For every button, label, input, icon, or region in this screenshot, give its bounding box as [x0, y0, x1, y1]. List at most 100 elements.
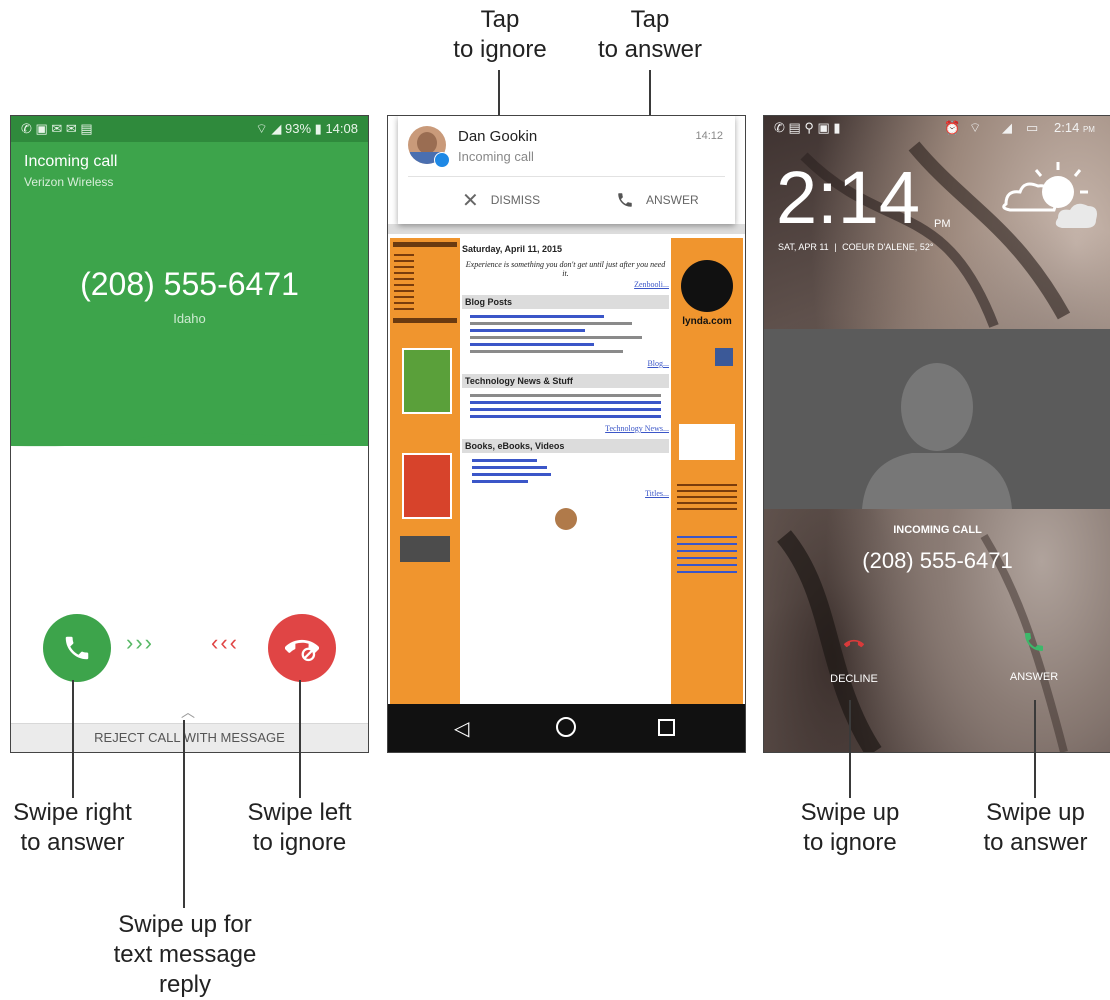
- divider: [408, 176, 725, 177]
- incoming-call-label: INCOMING CALL: [893, 524, 982, 536]
- list-item[interactable]: [470, 343, 595, 346]
- status-time: 2:14: [1054, 120, 1080, 135]
- list-item: [470, 336, 642, 339]
- list-item: [470, 322, 633, 325]
- phone-android-heads-up: lynda.com Saturday, April 11, 2015 Exper…: [387, 115, 746, 753]
- dismiss-button[interactable]: ✕ DISMISS: [462, 186, 540, 214]
- date-text: SAT, APR 11: [778, 242, 829, 252]
- answer-button[interactable]: [43, 614, 111, 682]
- table-row[interactable]: [470, 408, 661, 411]
- lynda-logo: [681, 260, 733, 312]
- navigation-bar: ◁: [388, 704, 745, 752]
- back-icon[interactable]: ◁: [454, 716, 469, 741]
- phone-reject-icon: [285, 639, 319, 662]
- phone-samsung-incoming-call: ✆ ▣ ✉ ✉ ▤ ⌔ ◢ 93% ▮ 14:08 Incoming call …: [10, 115, 369, 753]
- callout-line-2: to ignore: [803, 829, 897, 856]
- web-section-header: Technology News & Stuff: [462, 374, 669, 388]
- close-icon: ✕: [462, 189, 479, 212]
- list-item: [470, 350, 623, 353]
- web-date: Saturday, April 11, 2015: [462, 244, 563, 254]
- decline-button[interactable]: DECLINE: [824, 634, 884, 685]
- blog-more-link[interactable]: Blog...: [462, 359, 669, 368]
- callout-swipe-up-ignore: Swipe up to ignore: [785, 798, 915, 858]
- book-cover-image: [402, 348, 452, 414]
- callout-line-1: Tap: [480, 6, 520, 33]
- answer-label: ANSWER: [646, 193, 699, 207]
- weather-icon: [1002, 162, 1097, 228]
- callout-pointer: [1034, 700, 1036, 798]
- sidebar-links: [394, 254, 414, 256]
- lockscreen-clock: 2:14: [776, 156, 921, 239]
- tech-more-link[interactable]: Technology News...: [462, 424, 669, 433]
- callout-line-2: to answer: [983, 829, 1088, 856]
- notification-icons: ✆ ▣ ✉ ✉ ▤: [21, 121, 93, 136]
- contact-text: [677, 484, 737, 514]
- battery-icon: ▭: [1026, 120, 1039, 135]
- wifi-icon: ⌔: [255, 121, 268, 136]
- list-item[interactable]: [470, 315, 604, 318]
- callout-line-1: Swipe up: [800, 799, 900, 826]
- recents-icon[interactable]: [658, 719, 675, 736]
- other-places-links: [677, 536, 737, 576]
- books-list: [462, 453, 669, 489]
- caller-photo-placeholder: [764, 329, 1110, 509]
- clock: 14:08: [325, 121, 358, 136]
- status-bar: ✆ ▤ ⚲ ▣ ▮ ⏰ ⌔ ◢ ▭ 2:14 PM: [764, 116, 1110, 140]
- status-clock: 2:14 PM: [1054, 116, 1095, 142]
- home-icon[interactable]: [556, 717, 576, 737]
- reject-swipe-arrows: ‹‹‹: [211, 630, 239, 655]
- caller-number: (208) 555-6471: [862, 548, 1013, 573]
- list-item[interactable]: [472, 480, 529, 483]
- panel-wave: [11, 416, 368, 447]
- battery-level: 93%: [285, 121, 312, 136]
- sidebar-heading: [393, 242, 457, 247]
- web-left-sidebar: [390, 238, 460, 708]
- footer-logo: [554, 508, 577, 530]
- callout-line-2: to ignore: [252, 829, 347, 856]
- status-ampm: PM: [1082, 125, 1095, 134]
- callout-tap-ignore: Tap to ignore: [440, 5, 560, 65]
- lockscreen-ampm: PM: [934, 218, 951, 230]
- web-quote-link[interactable]: Zenbooli...: [462, 280, 669, 289]
- answer-button[interactable]: ANSWER: [999, 630, 1069, 683]
- caller-name: Dan Gookin: [458, 128, 538, 145]
- alarm-icon: ⏰: [944, 120, 961, 135]
- books-more-link[interactable]: Titles...: [462, 489, 669, 498]
- decline-label: DECLINE: [830, 673, 878, 685]
- contact-silhouette-icon: [862, 363, 1012, 509]
- web-header-strip: [388, 224, 745, 234]
- callout-swipe-right: Swipe right to answer: [0, 798, 145, 858]
- callout-line-1: Swipe right: [13, 799, 132, 826]
- carrier-name: Verizon Wireless: [24, 175, 114, 189]
- callout-swipe-left: Swipe left to ignore: [232, 798, 367, 858]
- reject-button[interactable]: [268, 614, 336, 682]
- heads-up-notification[interactable]: Dan Gookin Incoming call 14:12 ✕ DISMISS…: [398, 116, 735, 224]
- phone-icon: [65, 636, 89, 660]
- web-main-column: Saturday, April 11, 2015 Experience is s…: [462, 238, 669, 530]
- signal-icon: ◢: [271, 121, 282, 136]
- table-row[interactable]: [470, 401, 661, 404]
- call-subtitle: Incoming call: [458, 149, 534, 164]
- blog-list: [462, 309, 669, 359]
- list-item[interactable]: [470, 329, 585, 332]
- web-section-header: Blog Posts: [462, 295, 669, 309]
- callout-line-1: Swipe left: [247, 799, 352, 826]
- callout-line-2: to answer: [597, 36, 703, 63]
- reject-with-message-bar[interactable]: REJECT CALL WITH MESSAGE: [11, 723, 368, 752]
- list-item[interactable]: [472, 459, 538, 462]
- status-bar: ✆ ▣ ✉ ✉ ▤ ⌔ ◢ 93% ▮ 14:08: [11, 116, 368, 142]
- caller-number: (208) 555-6471: [80, 266, 299, 302]
- chevron-up-icon[interactable]: ︿: [181, 702, 195, 722]
- table-row[interactable]: [470, 415, 661, 418]
- caller-location: Idaho: [173, 311, 206, 326]
- list-item[interactable]: [472, 473, 551, 476]
- list-item[interactable]: [472, 466, 547, 469]
- web-section-header: Books, eBooks, Videos: [462, 439, 669, 453]
- web-right-sidebar: lynda.com: [671, 238, 743, 708]
- callout-tap-answer: Tap to answer: [585, 5, 715, 65]
- contact-badge-icon: [434, 152, 450, 168]
- video-thumbnail: [400, 536, 450, 562]
- answer-button[interactable]: ANSWER: [616, 186, 699, 214]
- lynda-text: lynda.com: [682, 316, 732, 327]
- battery-icon: ▮: [314, 121, 322, 136]
